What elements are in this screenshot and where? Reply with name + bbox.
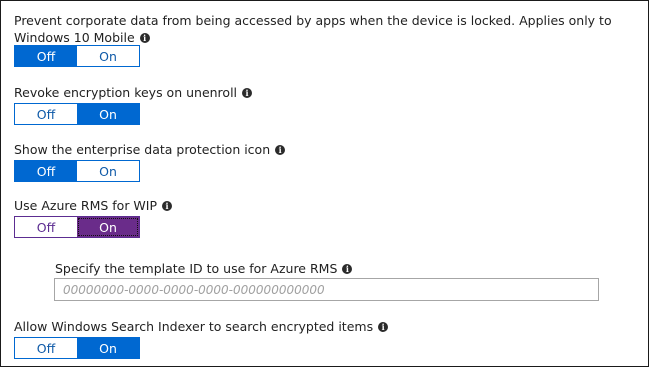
- info-icon[interactable]: i: [242, 88, 253, 98]
- toggle-on-option[interactable]: On: [77, 161, 139, 181]
- setting-label-show-edp-icon: Show the enterprise data protection icon…: [14, 141, 286, 158]
- setting-label-prevent-locked-access: Prevent corporate data from being access…: [14, 12, 614, 46]
- setting-label-text: Revoke encryption keys on unenroll: [14, 85, 238, 100]
- info-icon[interactable]: i: [342, 264, 353, 274]
- info-icon[interactable]: i: [378, 322, 389, 332]
- toggle-off-option[interactable]: Off: [15, 217, 77, 237]
- info-icon[interactable]: i: [162, 201, 173, 211]
- toggle-off-option[interactable]: Off: [15, 338, 77, 358]
- settings-panel: Prevent corporate data from being access…: [0, 0, 649, 367]
- info-icon[interactable]: i: [139, 33, 150, 43]
- toggle-search-indexer: Off On: [14, 337, 140, 359]
- template-id-label-text: Specify the template ID to use for Azure…: [55, 261, 338, 276]
- template-id-label: Specify the template ID to use for Azure…: [55, 260, 353, 277]
- toggle-off-option[interactable]: Off: [15, 161, 77, 181]
- toggle-prevent-locked-access: Off On: [14, 45, 140, 67]
- setting-label-revoke-keys: Revoke encryption keys on unenroll i: [14, 84, 253, 101]
- toggle-on-option[interactable]: On: [77, 46, 139, 66]
- toggle-use-azure-rms: Off On: [14, 216, 140, 238]
- setting-label-search-indexer: Allow Windows Search Indexer to search e…: [14, 318, 389, 335]
- setting-label-text: Show the enterprise data protection icon: [14, 142, 271, 157]
- toggle-revoke-keys: Off On: [14, 103, 140, 125]
- setting-label-text: Allow Windows Search Indexer to search e…: [14, 319, 374, 334]
- setting-label-use-azure-rms: Use Azure RMS for WIP i: [14, 197, 173, 214]
- template-id-input[interactable]: [54, 278, 599, 301]
- toggle-show-edp-icon: Off On: [14, 160, 140, 182]
- toggle-off-option[interactable]: Off: [15, 46, 77, 66]
- setting-label-text: Use Azure RMS for WIP: [14, 198, 158, 213]
- toggle-off-option[interactable]: Off: [15, 104, 77, 124]
- setting-label-text: Prevent corporate data from being access…: [14, 13, 612, 45]
- info-icon[interactable]: i: [275, 145, 286, 155]
- toggle-on-option[interactable]: On: [77, 217, 139, 237]
- toggle-on-option[interactable]: On: [77, 104, 139, 124]
- toggle-on-option[interactable]: On: [77, 338, 139, 358]
